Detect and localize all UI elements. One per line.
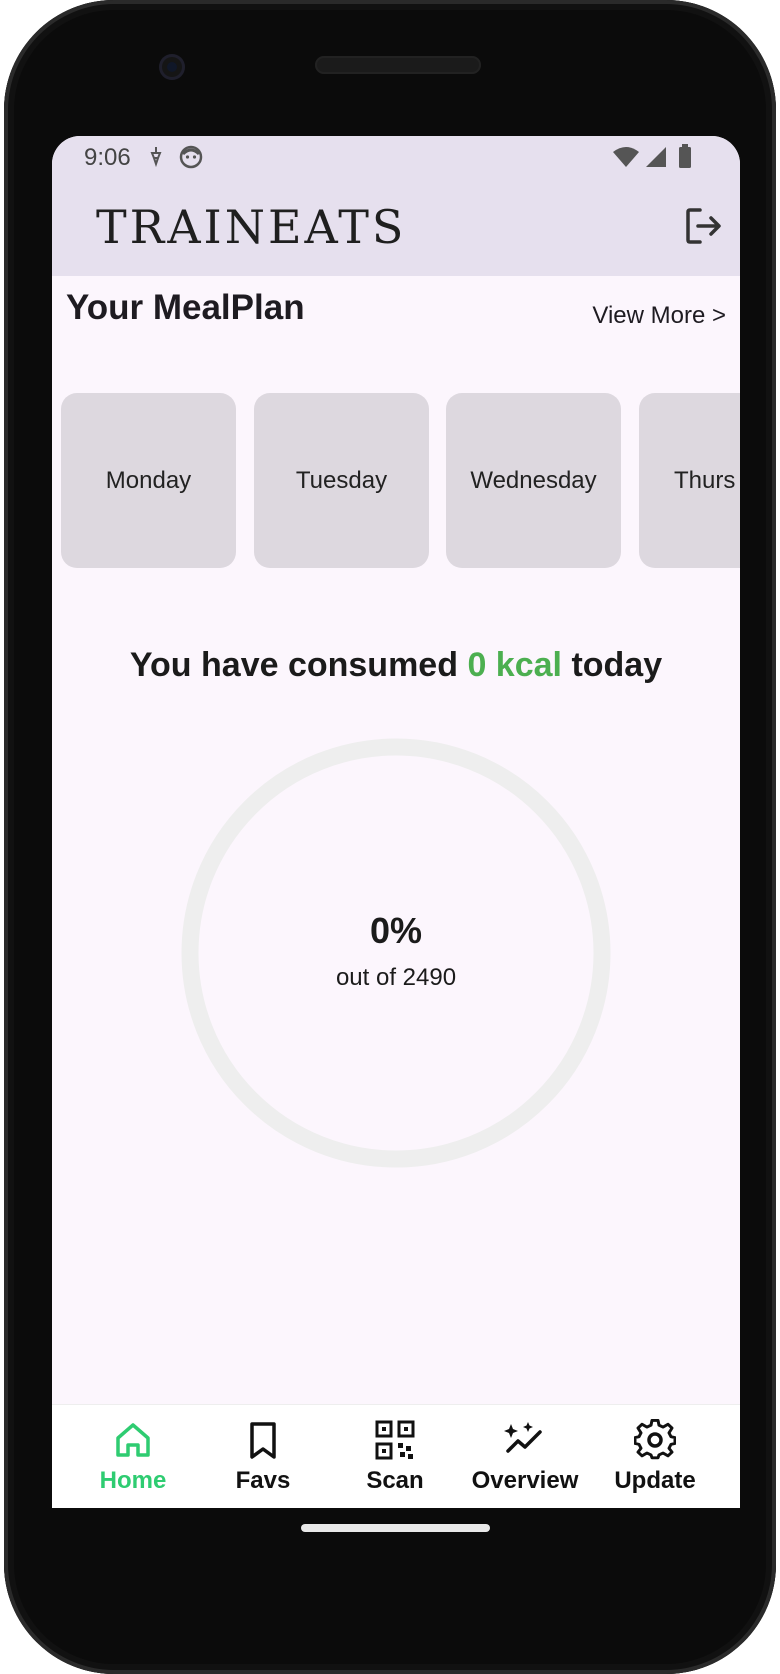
day-card-label: Tuesday: [295, 466, 388, 494]
status-bar: 9:06: [52, 136, 740, 176]
nav-item-home[interactable]: Home: [68, 1405, 198, 1508]
day-card-thursday[interactable]: Thurs: [639, 393, 740, 568]
nav-label: Update: [614, 1467, 696, 1494]
bottom-navigation: Home Favs Scan Overview Update: [52, 1404, 740, 1508]
home-gesture-bar[interactable]: [301, 1524, 490, 1532]
view-more-link[interactable]: View More >: [592, 302, 726, 330]
calorie-progress-ring: [181, 738, 611, 1168]
logout-button[interactable]: [680, 202, 728, 250]
app-title: TRAINEATS: [96, 200, 407, 254]
day-card-row[interactable]: Monday Tuesday Wednesday Thurs: [61, 393, 740, 569]
status-time: 9:06: [84, 144, 131, 171]
earpiece-speaker: [315, 56, 481, 74]
nav-label: Home: [99, 1467, 167, 1494]
nav-label: Scan: [366, 1467, 424, 1494]
home-icon: [116, 1423, 150, 1457]
face-icon: [178, 144, 204, 175]
consumed-kcal: 0 kcal: [467, 646, 562, 684]
nav-item-scan[interactable]: Scan: [330, 1405, 460, 1508]
day-card-tuesday[interactable]: Tuesday: [254, 393, 429, 568]
phone-frame: 9:06 TRAINEATS Your MealPlan View More >…: [4, 0, 776, 1674]
nav-label: Overview: [471, 1467, 579, 1494]
qr-code-icon: [375, 1420, 415, 1460]
app-bar: TRAINEATS: [52, 176, 740, 276]
meal-plan-title: Your MealPlan: [66, 288, 305, 327]
consumption-suffix: today: [571, 646, 663, 684]
chart-sparkle-icon: [504, 1422, 542, 1453]
nav-item-favs[interactable]: Favs: [198, 1405, 328, 1508]
day-card-wednesday[interactable]: Wednesday: [446, 393, 621, 568]
nav-item-update[interactable]: Update: [590, 1405, 720, 1508]
wifi-icon: [612, 146, 640, 173]
nav-label: Favs: [235, 1467, 291, 1494]
calorie-goal: out of 2490: [335, 964, 457, 991]
day-card-label: Monday: [105, 466, 192, 494]
logout-icon: [686, 208, 721, 244]
day-card-monday[interactable]: Monday: [61, 393, 236, 568]
consumption-summary: You have consumed 0 kcal today: [52, 646, 740, 685]
front-camera: [159, 54, 185, 80]
cellular-signal-icon: [644, 146, 668, 173]
gear-icon: [634, 1419, 676, 1460]
progress-ring-track: [181, 738, 611, 1168]
bookmark-icon: [250, 1422, 276, 1459]
day-card-label: Wednesday: [470, 466, 597, 494]
consumption-prefix: You have consumed: [129, 646, 458, 684]
battery-icon: [678, 144, 692, 173]
progress-percent: 0%: [369, 910, 423, 951]
day-card-label: Thurs: [674, 466, 736, 494]
app-screen: 9:06 TRAINEATS Your MealPlan View More >…: [52, 136, 740, 1508]
debug-icon: [144, 144, 168, 173]
nav-item-overview[interactable]: Overview: [460, 1405, 590, 1508]
